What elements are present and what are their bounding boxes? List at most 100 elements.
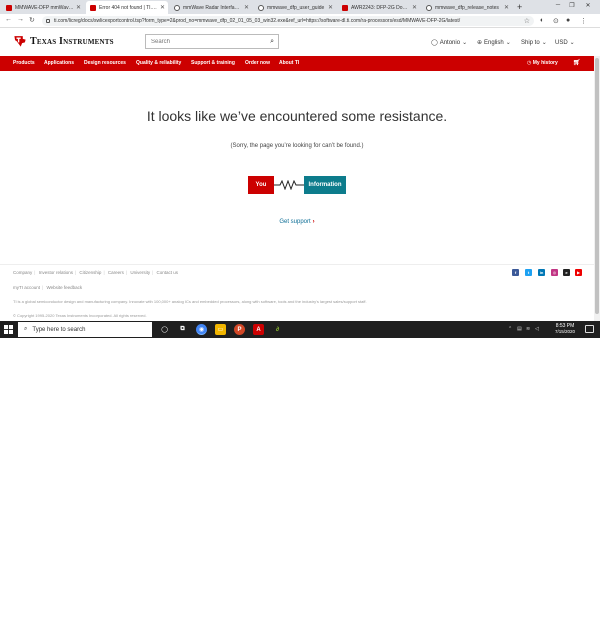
network-icon[interactable]: ▤ [517,326,522,332]
chrome-icon[interactable]: ◉ [196,324,207,335]
file-explorer-icon[interactable]: ▭ [215,324,226,335]
chevron-down-icon: ⌄ [569,40,575,46]
footer-link-university[interactable]: University [130,270,150,275]
tab-label: mmwave_dfp_user_guide [267,4,325,11]
linkedin-icon[interactable]: in [538,269,545,276]
taskbar-clock[interactable]: 8:53 PM 7/15/2020 [548,323,582,335]
nav-order-now[interactable]: Order now [245,60,270,66]
resistor-icon [274,180,304,190]
extension-icon[interactable]: ◐ [540,17,544,24]
nav-quality-reliability[interactable]: Quality & reliability [136,60,181,66]
tab-label: mmWave Radar Interface Co [183,4,242,11]
url-text: ti.com/licreg/docs/swlicexportcontrol.ts… [54,18,461,24]
currency-menu[interactable]: USD ⌄ [555,39,577,47]
ship-to-menu[interactable]: Ship to ⌄ [521,39,549,47]
instagram-icon[interactable]: ◎ [551,269,558,276]
volume-icon[interactable]: ◁ [535,326,539,332]
e2e-forum-icon[interactable]: e [563,269,570,276]
tab-label: Error 404 not found | TI.com [99,4,158,11]
globe-icon [174,4,180,11]
language-label: English [484,39,504,46]
footer-link-myti[interactable]: myTI account [13,285,40,290]
tab-3[interactable]: mmWave Radar Interface Co ✕ [170,1,252,14]
bookmark-star-icon[interactable]: ☆ [524,17,530,25]
notification-icon[interactable] [585,325,594,333]
cart-icon[interactable]: 🛒︎ [573,59,581,66]
minimize-icon[interactable]: ─ [552,2,564,8]
ti-logo-text: Texas Instruments [30,35,114,47]
wifi-icon[interactable]: ≋ [526,326,530,332]
footer-link-investor-relations[interactable]: Investor relations [39,270,73,275]
close-icon[interactable]: ✕ [160,4,165,11]
nav-products[interactable]: Products [13,60,35,66]
browser-tab-strip: MMWAVE-DFP mmWave de ✕ Error 404 not fou… [0,0,600,14]
youtube-icon[interactable]: ▶ [575,269,582,276]
tab-label: AWR2243: DFP-2G Downlo [351,4,410,11]
ship-to-label: Ship to [521,39,540,46]
forward-icon[interactable]: → [17,16,24,23]
search-icon[interactable]: ⌕ [270,38,274,46]
tab-4[interactable]: mmwave_dfp_user_guide ✕ [254,1,336,14]
scrollbar-thumb[interactable] [595,58,599,314]
acrobat-icon[interactable]: A [253,324,264,335]
tab-5[interactable]: AWR2243: DFP-2G Downlo ✕ [338,1,420,14]
my-history-link[interactable]: ◷ My history [527,60,558,66]
twitter-icon[interactable]: t [525,269,532,276]
extension-icon[interactable]: ⊙ [553,17,559,25]
reload-icon[interactable]: ↻ [29,16,35,24]
user-menu[interactable]: ◯ Antonio ⌄ [431,39,469,47]
show-hidden-icons-icon[interactable]: ⌃ [508,326,512,332]
close-icon[interactable]: ✕ [504,4,509,11]
new-tab-button[interactable]: + [517,2,522,12]
restore-icon[interactable]: ❐ [566,2,578,9]
chevron-down-icon: ⌄ [541,40,547,46]
menu-icon[interactable]: ⋮ [580,17,587,25]
history-icon: ◷ [527,60,532,66]
address-bar[interactable]: ti.com/licreg/docs/swlicexportcontrol.ts… [42,16,534,26]
close-icon[interactable]: ✕ [244,4,249,11]
tab-1[interactable]: MMWAVE-DFP mmWave de ✕ [2,1,84,14]
ti-logo-icon [14,36,26,47]
close-icon[interactable]: ✕ [76,4,81,11]
ti-favicon-icon [6,4,12,11]
language-menu[interactable]: ⊕ English ⌄ [477,39,513,47]
footer-copyright: © Copyright 1995-2020 Texas Instruments … [13,313,147,318]
close-icon[interactable]: ✕ [412,4,417,11]
site-header: Texas Instruments ⌕ ◯ Antonio ⌄ ⊕ Englis… [0,28,600,56]
cortana-icon[interactable]: ◯ [159,324,170,335]
window-close-icon[interactable]: ✕ [582,2,594,9]
page-scrollbar[interactable] [594,56,600,321]
close-icon[interactable]: ✕ [328,4,333,11]
nav-applications[interactable]: Applications [44,60,74,66]
footer-link-citizenship[interactable]: Citizenship [79,270,101,275]
footer-link-contact-us[interactable]: Contact us [157,270,179,275]
nav-design-resources[interactable]: Design resources [84,60,126,66]
resistance-diagram: You Information [248,176,348,194]
footer-link-company[interactable]: Company [13,270,32,275]
tab-2[interactable]: Error 404 not found | TI.com ✕ [86,1,168,14]
search-input[interactable] [151,38,261,45]
ti-logo[interactable]: Texas Instruments [13,34,114,48]
you-box: You [248,176,274,194]
footer-link-careers[interactable]: Careers [108,270,124,275]
footer-links: Company | Investor relations | Citizenship… [13,270,179,275]
site-search-box[interactable]: ⌕ [145,34,279,49]
blank-area [0,338,600,630]
globe-icon: ⊕ [477,40,483,46]
nav-support-training[interactable]: Support & training [191,60,235,66]
nav-about-ti[interactable]: About TI [279,60,299,66]
facebook-icon[interactable]: f [512,269,519,276]
tab-6[interactable]: mmwave_dfp_release_notes ✕ [422,1,512,14]
taskbar-search-box[interactable]: ⌕ Type here to search [18,322,152,337]
app-icon[interactable]: ∂ [272,324,283,335]
footer-link-feedback[interactable]: Website feedback [46,285,82,290]
windows-start-icon[interactable] [4,325,13,334]
profile-icon[interactable]: ● [566,17,570,24]
back-icon[interactable]: ← [5,16,12,23]
task-view-icon[interactable]: ⧉ [177,324,188,335]
tab-label: MMWAVE-DFP mmWave de [15,4,74,11]
windows-taskbar: ⌕ Type here to search ◯ ⧉ ◉ ▭ P A ∂ ⌃ ▤ … [0,321,600,338]
chevron-right-icon: › [312,219,315,225]
get-support-link[interactable]: Get support › [0,219,594,225]
powerpoint-icon[interactable]: P [234,324,245,335]
